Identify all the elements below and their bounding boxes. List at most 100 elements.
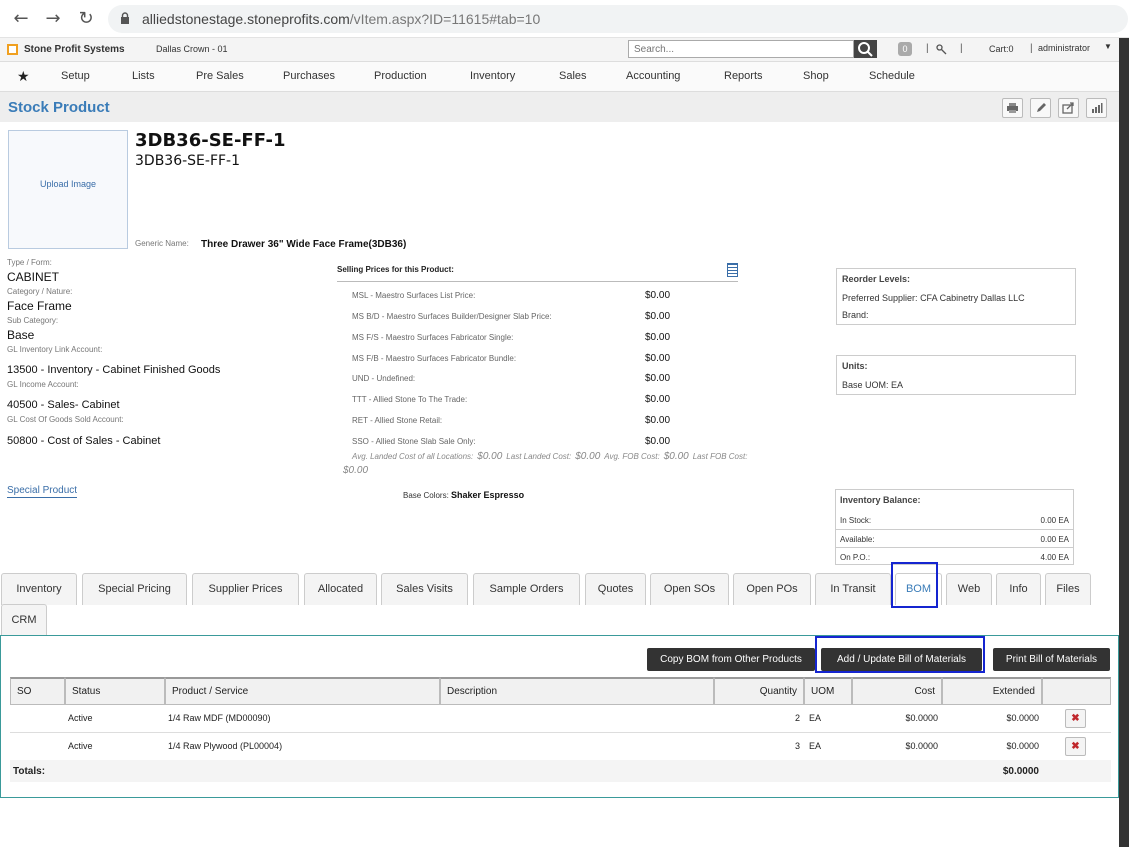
column-header-so[interactable]: SO	[10, 677, 65, 705]
print-bom-button[interactable]: Print Bill of Materials	[993, 648, 1110, 671]
row-product[interactable]: 1/4 Raw Plywood (PL00004)	[168, 741, 282, 751]
calculator-icon[interactable]	[727, 263, 738, 277]
avg-landed-value: $0.00	[477, 451, 503, 462]
selling-prices-title: Selling Prices for this Product:	[337, 265, 454, 274]
share-icon	[1062, 102, 1074, 114]
balance-label: On P.O.:	[840, 553, 871, 562]
generic-name-value: Three Drawer 36" Wide Face Frame(3DB36)	[201, 239, 407, 250]
delete-row-button[interactable]: ✖	[1065, 709, 1086, 728]
notification-badge[interactable]: 0	[898, 42, 912, 56]
user-menu[interactable]: administrator	[1038, 43, 1090, 53]
menu-lists[interactable]: Lists	[132, 70, 155, 82]
menu-production[interactable]: Production	[374, 70, 427, 82]
search-input[interactable]	[628, 40, 854, 58]
price-label: MS F/B - Maestro Surfaces Fabricator Bun…	[352, 354, 517, 363]
tab-special-pricing[interactable]: Special Pricing	[82, 573, 187, 605]
tab-files[interactable]: Files	[1045, 573, 1091, 605]
column-header-cost[interactable]: Cost	[852, 677, 942, 705]
scrollbar[interactable]	[1119, 38, 1129, 847]
browser-toolbar: ← → ↻ alliedstonestage.stoneprofits.com/…	[0, 0, 1129, 38]
key-icon[interactable]	[936, 44, 947, 55]
menu-inventory[interactable]: Inventory	[470, 70, 515, 82]
preferred-supplier: Preferred Supplier: CFA Cabinetry Dallas…	[842, 293, 1025, 303]
url-host: alliedstonestage.stoneprofits.com	[142, 11, 350, 27]
menu-pre-sales[interactable]: Pre Sales	[196, 70, 244, 82]
column-header-extended[interactable]: Extended	[942, 677, 1042, 705]
menu-reports[interactable]: Reports	[724, 70, 763, 82]
tab-sample-orders[interactable]: Sample Orders	[473, 573, 580, 605]
menu-setup[interactable]: Setup	[61, 70, 90, 82]
product-name: 3DB36-SE-FF-1	[135, 130, 286, 151]
tab-crm[interactable]: CRM	[1, 604, 47, 636]
forward-icon[interactable]: →	[42, 8, 64, 30]
inventory-balance-title: Inventory Balance:	[840, 495, 921, 505]
column-header-description[interactable]: Description	[440, 677, 714, 705]
chevron-down-icon[interactable]: ▼	[1104, 42, 1112, 51]
last-fob-label: Last FOB Cost:	[692, 452, 748, 461]
row-status: Active	[68, 741, 93, 751]
category-label: Category / Nature:	[7, 287, 73, 296]
stats-button[interactable]	[1086, 98, 1107, 118]
column-header-uom[interactable]: UOM	[804, 677, 852, 705]
row-cost: $0.0000	[905, 741, 938, 751]
tab-web[interactable]: Web	[946, 573, 992, 605]
edit-button[interactable]	[1030, 98, 1051, 118]
row-quantity: 2	[794, 713, 800, 723]
copy-bom-button[interactable]: Copy BOM from Other Products	[647, 648, 815, 671]
tab-open-pos[interactable]: Open POs	[733, 573, 811, 605]
column-header-product[interactable]: Product / Service	[165, 677, 440, 705]
tab-inventory[interactable]: Inventory	[1, 573, 77, 605]
tab-supplier-prices[interactable]: Supplier Prices	[192, 573, 299, 605]
row-uom: EA	[809, 713, 822, 723]
avg-fob-label: Avg. FOB Cost:	[604, 452, 660, 461]
separator: |	[926, 43, 929, 54]
column-header-status[interactable]: Status	[65, 677, 165, 705]
logo-icon	[7, 44, 18, 55]
search-button[interactable]	[854, 40, 877, 58]
price-value: $0.00	[645, 394, 671, 405]
price-label: MS F/S - Maestro Surfaces Fabricator Sin…	[352, 333, 514, 342]
close-icon: ✖	[1071, 741, 1080, 752]
menu-sales[interactable]: Sales	[559, 70, 587, 82]
menu-schedule[interactable]: Schedule	[869, 70, 915, 82]
delete-row-button[interactable]: ✖	[1065, 737, 1086, 756]
tab-sales-visits[interactable]: Sales Visits	[381, 573, 468, 605]
balance-row: Available: 0.00 EA	[836, 529, 1073, 547]
address-bar[interactable]: alliedstonestage.stoneprofits.com/vItem.…	[108, 5, 1128, 33]
tab-in-transit[interactable]: In Transit	[815, 573, 891, 605]
menu-purchases[interactable]: Purchases	[283, 70, 335, 82]
column-header-quantity[interactable]: Quantity	[714, 677, 804, 705]
category-value: Face Frame	[7, 299, 72, 313]
app-header: Stone Profit Systems Dallas Crown - 01 0…	[0, 38, 1119, 62]
price-value: $0.00	[645, 436, 671, 447]
tab-open-sos[interactable]: Open SOs	[650, 573, 729, 605]
product-image-placeholder[interactable]: Upload Image	[8, 130, 128, 249]
balance-value: 0.00 EA	[1040, 535, 1069, 544]
highlight-box	[815, 636, 985, 673]
price-value: $0.00	[645, 415, 671, 426]
row-extended: $0.0000	[1006, 741, 1039, 751]
price-label: SSO - Allied Stone Slab Sale Only:	[352, 437, 476, 446]
tab-info[interactable]: Info	[996, 573, 1041, 605]
favorites-star-icon[interactable]: ★	[17, 68, 30, 85]
brand-name[interactable]: Stone Profit Systems	[24, 44, 125, 55]
price-label: RET - Allied Stone Retail:	[352, 416, 443, 425]
price-label: UND - Undefined:	[352, 374, 416, 383]
upload-image-link[interactable]: Upload Image	[9, 179, 127, 190]
menu-accounting[interactable]: Accounting	[626, 70, 680, 82]
row-product[interactable]: 1/4 Raw MDF (MD00090)	[168, 713, 271, 723]
tab-allocated[interactable]: Allocated	[304, 573, 377, 605]
reload-icon[interactable]: ↻	[75, 8, 97, 30]
special-product-link[interactable]: Special Product	[7, 485, 78, 498]
gl-inventory-label: GL Inventory Link Account:	[7, 345, 103, 354]
menu-shop[interactable]: Shop	[803, 70, 829, 82]
cart-link[interactable]: Cart:0	[989, 44, 1014, 54]
tab-quotes[interactable]: Quotes	[585, 573, 646, 605]
back-icon[interactable]: ←	[10, 8, 32, 30]
share-button[interactable]	[1058, 98, 1079, 118]
close-icon: ✖	[1071, 713, 1080, 724]
location-label[interactable]: Dallas Crown - 01	[156, 44, 228, 54]
pencil-icon	[1036, 103, 1046, 112]
gl-income-value: 40500 - Sales- Cabinet	[7, 399, 120, 411]
print-button[interactable]	[1002, 98, 1023, 118]
